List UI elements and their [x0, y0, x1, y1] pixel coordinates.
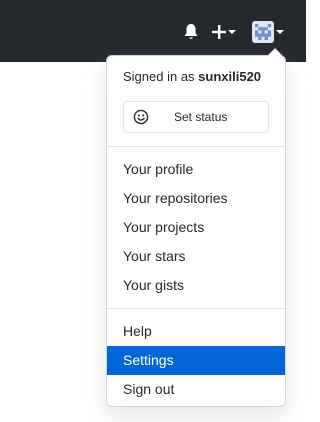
username: sunxili520 — [198, 69, 262, 84]
user-menu-button[interactable] — [252, 19, 284, 45]
menu-item-your-stars[interactable]: Your stars — [107, 242, 285, 271]
user-avatar-identicon — [255, 24, 271, 40]
menu-item-sign-out[interactable]: Sign out — [107, 375, 285, 404]
menu-pointer — [267, 48, 283, 56]
menu-item-your-profile[interactable]: Your profile — [107, 155, 285, 184]
user-dropdown-menu: Signed in as sunxili520 Set status Your … — [106, 48, 286, 407]
signed-in-prefix: Signed in as — [123, 69, 199, 84]
divider — [107, 146, 285, 147]
set-status-button[interactable]: Set status — [123, 101, 269, 133]
notifications-button[interactable] — [183, 22, 201, 42]
menu-item-your-repositories[interactable]: Your repositories — [107, 184, 285, 213]
menu-item-settings[interactable]: Settings — [107, 346, 285, 375]
plus-icon — [212, 25, 226, 39]
set-status-label: Set status — [174, 110, 228, 124]
avatar — [252, 21, 274, 43]
smiley-icon — [133, 109, 149, 125]
signed-in-text: Signed in as sunxili520 — [123, 68, 261, 86]
create-new-button[interactable] — [212, 22, 236, 42]
menu-item-your-gists[interactable]: Your gists — [107, 271, 285, 300]
top-header — [0, 0, 306, 62]
menu-item-your-projects[interactable]: Your projects — [107, 213, 285, 242]
chevron-down-icon — [228, 30, 236, 34]
bell-icon — [184, 24, 198, 39]
chevron-down-icon — [276, 30, 284, 34]
divider — [107, 308, 285, 309]
menu-item-help[interactable]: Help — [107, 317, 285, 346]
